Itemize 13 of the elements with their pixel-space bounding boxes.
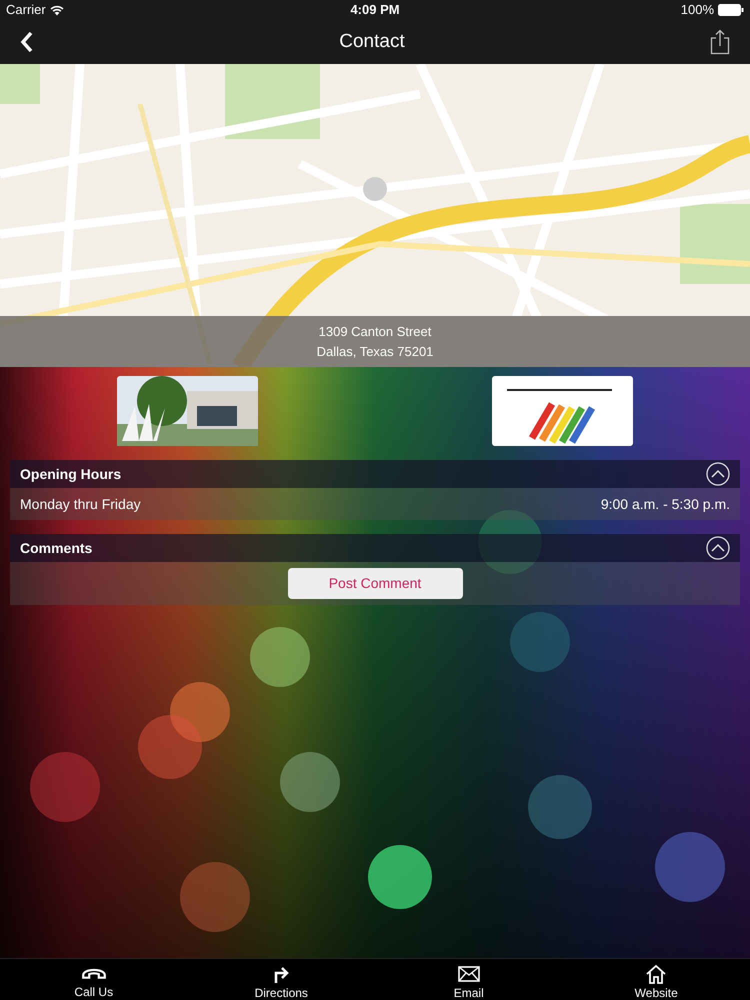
back-icon[interactable] [20, 31, 34, 53]
tab-button[interactable]: Website [562, 959, 750, 1000]
carrier-label: Carrier [6, 1, 46, 20]
tab-button[interactable]: Email [375, 959, 562, 1000]
page-title: Contact [339, 30, 405, 54]
tab-button[interactable]: Directions [188, 959, 375, 1000]
wifi-icon [50, 4, 64, 16]
tab-button[interactable]: Call Us [0, 959, 188, 1000]
battery-icon [718, 4, 744, 16]
phone-icon [82, 968, 106, 979]
share-icon[interactable] [710, 29, 730, 55]
battery-percent: 100% [680, 1, 714, 20]
status-time: 4:09 PM [350, 1, 400, 20]
